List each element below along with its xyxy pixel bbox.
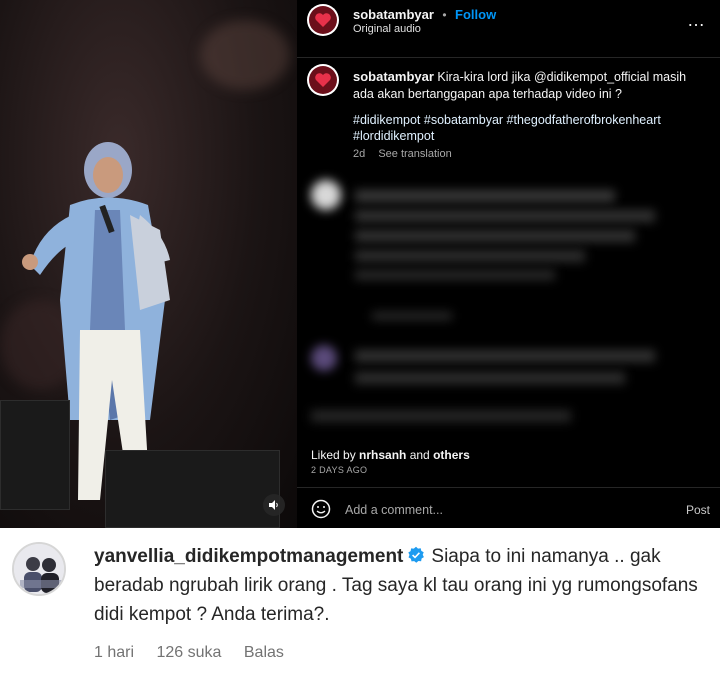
comment-screenshot: yanvellia_didikempotmanagement Siapa to … [0, 528, 720, 682]
follow-button[interactable]: Follow [455, 7, 496, 22]
add-comment-bar: Add a comment... Post [297, 487, 720, 528]
more-options-icon[interactable]: … [687, 10, 706, 31]
blurred-comment [355, 270, 555, 280]
comment-actions: 1 hari 126 suka Balas [94, 644, 302, 662]
post-age: 2d [353, 148, 366, 160]
avatar-photo [14, 544, 64, 594]
post-header: sobatambyar • Follow Original audio … [297, 0, 720, 58]
blurred-comment [355, 350, 655, 362]
caption-meta: 2d See translation [353, 148, 452, 160]
avatar[interactable] [307, 4, 339, 36]
verified-badge-icon [408, 546, 425, 563]
speaker-icon [269, 500, 278, 510]
reply-button[interactable]: Balas [244, 644, 284, 661]
emoji-icon[interactable] [311, 499, 331, 519]
blurred-comment [372, 312, 452, 320]
liked-by-and: and [406, 448, 434, 462]
blurred-comment [355, 230, 635, 242]
instagram-post: sobatambyar • Follow Original audio … so… [0, 0, 720, 528]
comment-input[interactable]: Add a comment... [345, 503, 443, 517]
post-caption: sobatambyar Kira-kira lord jika @didikem… [353, 68, 693, 103]
heart-logo-icon [315, 13, 331, 27]
mute-button[interactable] [263, 494, 285, 516]
comment-body: yanvellia_didikempotmanagement Siapa to … [94, 542, 714, 629]
post-date: 2 DAYS AGO [311, 465, 368, 475]
audio-label[interactable]: Original audio [353, 23, 421, 35]
stage-speaker [105, 450, 280, 528]
liked-by: Liked by nrhsanh and others [311, 448, 470, 462]
blurred-comment [355, 250, 585, 262]
blurred-comment [311, 410, 571, 422]
liked-by-others[interactable]: others [433, 448, 470, 462]
separator-dot: • [442, 8, 447, 22]
blurred-comment [311, 180, 341, 210]
hashtags[interactable]: #didikempot #sobatambyar #thegodfatherof… [353, 112, 693, 144]
commenter-username[interactable]: yanvellia_didikempotmanagement [94, 546, 403, 567]
commenter-avatar[interactable] [12, 542, 66, 596]
blurred-comment [355, 190, 615, 202]
post-comment-button[interactable]: Post [686, 503, 710, 517]
blurred-comment [311, 345, 337, 371]
blurred-comment [355, 372, 625, 384]
comment-time: 1 hari [94, 644, 135, 661]
post-sidebar: sobatambyar • Follow Original audio … so… [297, 0, 720, 528]
comment-likes[interactable]: 126 suka [156, 644, 221, 661]
see-translation-link[interactable]: See translation [378, 148, 451, 160]
caption-avatar[interactable] [307, 64, 339, 96]
heart-logo-icon [315, 73, 331, 87]
liked-by-prefix: Liked by [311, 448, 360, 462]
post-video[interactable] [0, 0, 297, 528]
caption-username[interactable]: sobatambyar [353, 69, 434, 84]
liked-by-user[interactable]: nrhsanh [359, 448, 406, 462]
stage-equipment [0, 400, 70, 510]
post-username[interactable]: sobatambyar [353, 7, 434, 22]
blurred-comment [355, 210, 655, 222]
